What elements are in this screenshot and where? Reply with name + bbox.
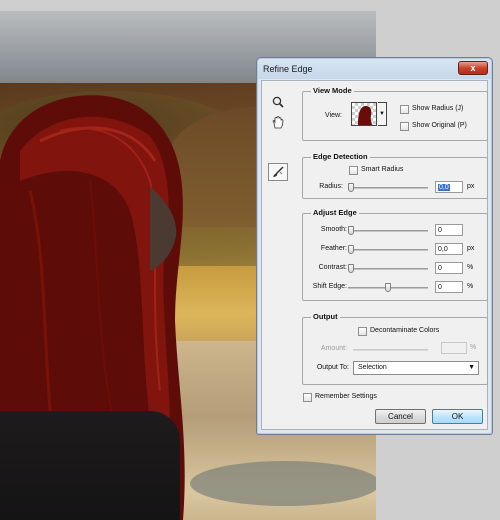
feather-unit: px: [467, 245, 475, 252]
edge-detection-heading: Edge Detection: [311, 152, 370, 161]
show-radius-label: Show Radius (J): [412, 105, 464, 112]
radius-value: 0,0: [438, 184, 450, 191]
smart-radius-checkbox[interactable]: [349, 166, 358, 175]
dialog-client-area: View Mode View: ▼ Show Radius (J) Show O…: [261, 80, 488, 430]
smart-radius-label: Smart Radius: [361, 166, 404, 173]
feather-slider[interactable]: [348, 245, 428, 254]
decontaminate-colors-checkbox[interactable]: [358, 327, 367, 336]
view-mode-group: View Mode View: ▼ Show Radius (J) Show O…: [302, 86, 488, 141]
radius-slider-track: [348, 187, 428, 189]
amount-slider: [353, 346, 428, 354]
radius-slider[interactable]: [348, 183, 428, 192]
feather-label: Feather:: [320, 245, 347, 252]
contrast-input[interactable]: 0: [435, 262, 463, 274]
show-original-checkbox[interactable]: [400, 122, 409, 131]
ok-button[interactable]: OK: [432, 409, 483, 424]
amount-input: [441, 342, 467, 354]
pool: [190, 461, 376, 506]
amount-slider-track: [353, 349, 428, 351]
cancel-button[interactable]: Cancel: [375, 409, 426, 424]
zoom-icon[interactable]: [268, 93, 288, 111]
output-heading: Output: [311, 312, 340, 321]
view-mode-thumbnail[interactable]: [351, 102, 377, 126]
output-to-value: Selection: [358, 364, 387, 371]
contrast-label: Contrast:: [318, 264, 347, 271]
contrast-slider-track: [348, 268, 428, 270]
contrast-slider[interactable]: [348, 264, 428, 273]
output-group: Output Decontaminate Colors Amount: % Ou…: [302, 312, 488, 385]
radius-input[interactable]: 0,0: [435, 181, 463, 193]
decontaminate-colors-label: Decontaminate Colors: [370, 327, 440, 334]
feather-input[interactable]: 0,0: [435, 243, 463, 255]
output-to-label: Output To:: [316, 364, 349, 371]
radius-label: Radius:: [319, 183, 343, 190]
view-label: View:: [325, 112, 342, 119]
remember-settings-label: Remember Settings: [315, 393, 377, 400]
dialog-title: Refine Edge: [263, 64, 313, 74]
amount-label: Amount:: [320, 345, 347, 352]
remember-settings-checkbox[interactable]: [303, 393, 312, 402]
smooth-input[interactable]: 0: [435, 224, 463, 236]
show-original-label: Show Original (P): [412, 122, 467, 129]
radius-slider-thumb[interactable]: [348, 183, 354, 192]
shift-edge-label: Shift Edge:: [312, 283, 347, 290]
feather-slider-track: [348, 249, 428, 251]
edge-detection-group: Edge Detection Smart Radius Radius: 0,0 …: [302, 152, 488, 199]
shift-edge-slider-thumb[interactable]: [385, 283, 391, 292]
adjust-edge-heading: Adjust Edge: [311, 208, 359, 217]
contrast-unit: %: [467, 264, 474, 271]
adjust-edge-group: Adjust Edge Smooth: 0 Feather: 0,0 px Co…: [302, 208, 488, 301]
radius-unit: px: [467, 183, 475, 190]
feather-slider-thumb[interactable]: [348, 245, 354, 254]
dialog-titlebar[interactable]: Refine Edge x: [258, 59, 491, 79]
contrast-slider-thumb[interactable]: [348, 264, 354, 273]
view-mode-heading: View Mode: [311, 86, 354, 95]
close-button[interactable]: x: [458, 61, 488, 75]
smooth-slider[interactable]: [348, 226, 428, 235]
smooth-slider-track: [348, 230, 428, 232]
smooth-label: Smooth:: [320, 226, 347, 233]
refine-edge-dialog: Refine Edge x View Mode View: ▼ Show Rad…: [256, 57, 493, 435]
amount-unit: %: [470, 344, 477, 351]
output-to-select[interactable]: Selection ▼: [353, 361, 479, 375]
shift-edge-slider[interactable]: [348, 283, 428, 292]
view-mode-dropdown-arrow[interactable]: ▼: [378, 102, 387, 126]
dark-coat: [0, 411, 180, 520]
hand-icon[interactable]: [268, 113, 288, 131]
chevron-down-icon: ▼: [468, 364, 475, 371]
shift-edge-unit: %: [467, 283, 474, 290]
refine-radius-brush-icon[interactable]: [268, 163, 288, 181]
show-radius-checkbox[interactable]: [400, 105, 409, 114]
smooth-slider-thumb[interactable]: [348, 226, 354, 235]
shift-edge-input[interactable]: 0: [435, 281, 463, 293]
